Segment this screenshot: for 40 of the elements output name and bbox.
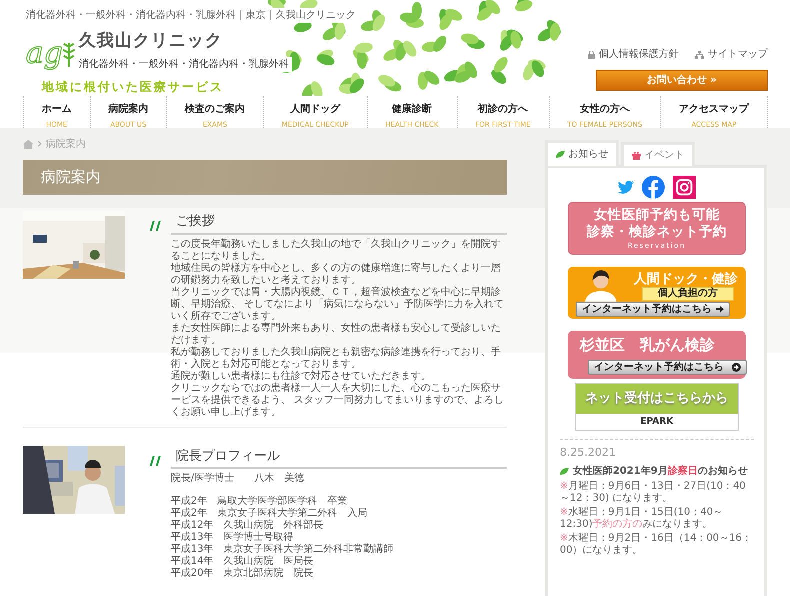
sidebar-tab[interactable]: イベント bbox=[621, 142, 695, 166]
page-title-banner: 病院案内 bbox=[23, 160, 507, 195]
logo-mark: ag bbox=[26, 38, 64, 68]
body-text: 平成13年 東京女子医科大学第二外科非常勤講師 bbox=[171, 544, 395, 556]
news-date: 8.25.2021 bbox=[560, 438, 754, 461]
banner-title: 杉並区 乳がん検診 bbox=[580, 334, 715, 356]
footer-link[interactable]: サイトマップ bbox=[695, 47, 768, 62]
section-heading: ご挨拶 bbox=[171, 211, 507, 234]
epark-banner[interactable]: ネット受付はこちらから EPARK bbox=[575, 382, 739, 430]
news-text: ※水曜日：9月1日・15日(10：40～12:30)予約の方のみになります。 bbox=[560, 507, 724, 531]
screening-banner[interactable]: 杉並区 乳がん検診 インターネット予約はこちら bbox=[568, 330, 746, 378]
breadcrumb-current: 病院案内 bbox=[46, 138, 86, 152]
news-text: ※月曜日：9月6日・13日・27日(10：40～12：30) になります。 bbox=[560, 481, 747, 505]
doctor-title: 院長/医学博士 八木 美徳 bbox=[171, 473, 306, 485]
news-text: ※木曜日：9月2日・16日（14：00～16：00）になります。 bbox=[560, 533, 754, 557]
departments-text: 消化器外科・一般外科・消化器内科・乳腺外科 bbox=[79, 57, 292, 72]
label-tag: 個人負担の方 bbox=[642, 286, 734, 300]
body-text: クリニックならではの患者様一人一人を大切にした、心のこもった医療サービスを提供できるよう、 スタッフ一同努力してまいりますので、よろしくお願い申し上げます。 bbox=[171, 382, 506, 418]
section-heading: 院長プロフィール bbox=[171, 446, 507, 469]
body-text: 平成20年 東京北部病院 院長 bbox=[171, 568, 315, 580]
sidebar-tab[interactable]: お知らせ bbox=[545, 140, 619, 166]
footer-link[interactable]: 個人情報保護方針 bbox=[588, 47, 679, 62]
body-text: 当クリニックでは胃・大腸内視鏡、ＣＴ，超音波検査などを中心に早期診断、早期治療、 そしてなにより「病気にならない」予防医学に力を入れていく所存でございます。 bbox=[171, 286, 506, 322]
slogan-text: 地域に根付いた医療サービス bbox=[42, 79, 225, 96]
reserve-button[interactable]: インターネット予約はこちら bbox=[576, 302, 730, 316]
body-text: 平成14年 久我山病院 医局長 bbox=[171, 556, 315, 568]
checkup-banner[interactable]: 人間ドック・健診 個人負担の方 インターネット予約はこちら bbox=[568, 266, 746, 318]
banner-title: 人間ドック・健診 bbox=[634, 270, 738, 287]
body-text: 私が勤務しておりました久我山病院とも親密な病診連携を行っており、手術・入院とも対応可能となっております。 bbox=[171, 346, 502, 370]
body-text: 平成2年 東京女子医科大学第二外科 入局 bbox=[171, 508, 368, 520]
reserve-button[interactable]: インターネット予約はこちら bbox=[588, 360, 747, 374]
news-title-link[interactable]: 女性医師2021年9月診察日のお知らせ bbox=[573, 464, 748, 479]
body-text: 地域住民の皆様方を中心とし、多くの方の健康増進に寄与したくより一層の研鑚努力を致したいと考えております。 bbox=[171, 262, 502, 286]
body-text: 通院が難しい患者様にも往診で対応させていただきます。 bbox=[171, 370, 432, 382]
body-text: この度長年勤務いたしました久我山の地で「久我山クリニック」を開院することになりました。 bbox=[171, 238, 502, 262]
body-text: 平成2年 鳥取大学医学部医学科 卒業 bbox=[171, 496, 348, 508]
body-text: 平成13年 医学博士号取得 bbox=[171, 532, 295, 544]
clinic-name: 久我山クリニック bbox=[79, 33, 224, 50]
body-text: また女性医師による専門外来もあり、女性の患者様も安心して受診しいただけます。 bbox=[171, 322, 502, 346]
body-text: 平成12年 久我山病院 外科部長 bbox=[171, 520, 325, 532]
